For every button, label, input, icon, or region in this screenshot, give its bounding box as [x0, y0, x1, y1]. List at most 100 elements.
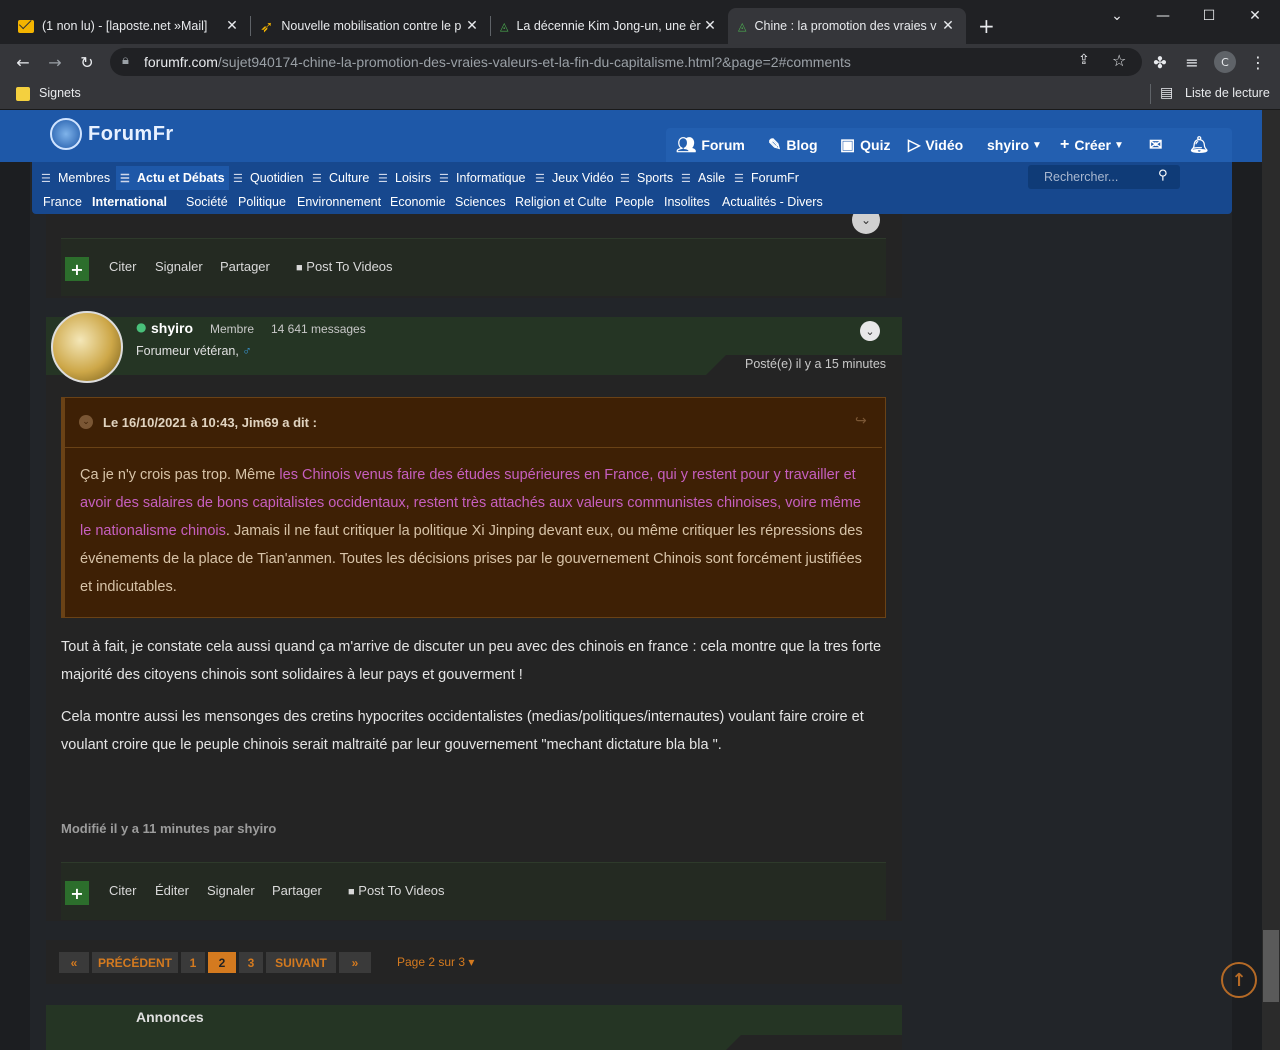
bookmark-signets[interactable]: Signets [39, 86, 81, 100]
media-icon[interactable]: ≡ [1180, 50, 1204, 74]
profile-avatar[interactable]: C [1214, 51, 1236, 73]
quote-button[interactable]: Citer [109, 883, 136, 898]
category-asile[interactable]: ☰ Asile [681, 169, 725, 187]
post-paragraph: Tout à fait, je constate cela aussi quan… [61, 639, 882, 683]
logo-icon [50, 118, 82, 150]
subcat-international[interactable]: International [92, 195, 167, 213]
post-header: ● shyiro Membre 14 641 messages Forumeur… [46, 311, 902, 383]
category-sports[interactable]: ☰ Sports [620, 169, 673, 187]
share-button[interactable]: Partager [272, 883, 322, 898]
plus-button[interactable]: + [65, 881, 89, 905]
nav-blog[interactable]: ✎ Blog [768, 132, 818, 158]
subcat-economie[interactable]: Economie [390, 195, 446, 213]
subcat-environnement[interactable]: Environnement [297, 195, 381, 213]
subcat-insolites[interactable]: Insolites [664, 195, 710, 213]
post-to-videos-button[interactable]: ■ Post To Videos [296, 259, 393, 274]
new-tab-button[interactable]: + [978, 14, 995, 38]
category-informatique[interactable]: ☰ Informatique [439, 169, 525, 187]
last-page-button[interactable]: » [339, 952, 371, 973]
plus-button[interactable]: + [65, 257, 89, 281]
back-icon[interactable]: ← [11, 50, 35, 74]
tab-search-icon[interactable]: ⌄ [1094, 0, 1140, 32]
share-button[interactable]: Partager [220, 259, 270, 274]
minimize-button[interactable]: — [1140, 0, 1186, 32]
share-icon[interactable]: ⇪ [1078, 52, 1090, 68]
scrollbar[interactable] [1262, 110, 1280, 1050]
next-page-button[interactable]: SUIVANT [266, 952, 336, 973]
page-link[interactable]: 3 [239, 952, 263, 973]
previous-post: ⌄ + Citer Signaler Partager ■ Post To Vi… [46, 206, 902, 298]
create-menu[interactable]: + Créer ▼ [1060, 132, 1124, 158]
page-info-dropdown[interactable]: Page 2 sur 3 ▾ [397, 955, 474, 969]
scrollbar-thumb[interactable] [1263, 930, 1279, 1002]
subcat-sciences[interactable]: Sciences [455, 195, 506, 213]
current-page[interactable]: 2 [208, 952, 236, 973]
reading-list[interactable]: Liste de lecture [1185, 86, 1270, 100]
address-bar[interactable]: 🔒︎ forumfr.com/sujet940174-chine-la-prom… [110, 48, 1142, 76]
envelope-icon[interactable]: ✉ [1149, 132, 1167, 158]
subcat-actualites[interactable]: Actualités - Divers [722, 195, 823, 213]
post: ● shyiro Membre 14 641 messages Forumeur… [46, 311, 902, 921]
page-link[interactable]: 1 [181, 952, 205, 973]
post-to-videos-button[interactable]: ■ Post To Videos [348, 883, 445, 898]
quote-button[interactable]: Citer [109, 259, 136, 274]
post-actions: + Citer Éditer Signaler Partager ■ Post … [61, 862, 886, 920]
close-icon[interactable]: ✕ [224, 18, 240, 34]
search-icon[interactable]: ⚲ [1158, 168, 1168, 183]
mail-icon [18, 16, 34, 33]
tab-chine[interactable]: ◬ Chine : la promotion des vraies v ✕ [728, 8, 966, 44]
category-membres[interactable]: ☰ Membres [41, 169, 110, 187]
tab-title: Chine : la promotion des vraies v [754, 19, 937, 33]
edit-button[interactable]: Éditer [155, 883, 189, 898]
collapse-icon[interactable]: ⌄ [79, 415, 93, 429]
menu-icon[interactable]: ⋮ [1246, 50, 1270, 74]
forum-icon: ◬ [500, 19, 509, 33]
go-to-quote-icon[interactable]: ↪ [855, 413, 867, 429]
category-loisirs[interactable]: ☰ Loisirs [378, 169, 431, 187]
previous-page-button[interactable]: PRÉCÉDENT [92, 952, 178, 973]
category-quotidien[interactable]: ☰ Quotidien [233, 169, 304, 187]
window-close-button[interactable]: ✕ [1232, 0, 1278, 32]
subcat-france[interactable]: France [43, 195, 82, 213]
category-jeux-video[interactable]: ☰ Jeux Vidéo [535, 169, 614, 187]
subcat-religion[interactable]: Religion et Culte [515, 195, 607, 213]
tab-kim[interactable]: ◬ La décennie Kim Jong-un, une èr ✕ [490, 8, 728, 44]
report-button[interactable]: Signaler [207, 883, 255, 898]
category-forumfr[interactable]: ☰ ForumFr [734, 169, 799, 187]
nav-video[interactable]: ▷ Vidéo [908, 132, 963, 158]
clipboard-icon: ▣ [840, 137, 856, 154]
post-author[interactable]: shyiro [151, 320, 193, 336]
web-page: ⌄ + Citer Signaler Partager ■ Post To Vi… [0, 110, 1262, 1050]
category-culture[interactable]: ☰ Culture [312, 169, 369, 187]
post-date: Posté(e) il y a 15 minutes [745, 357, 887, 371]
close-icon[interactable]: ✕ [940, 18, 956, 34]
tab-news[interactable]: ➶ Nouvelle mobilisation contre le p ✕ [250, 8, 490, 44]
back-to-top-icon[interactable]: ↑ [1221, 962, 1257, 998]
reload-icon[interactable]: ↻ [75, 50, 99, 74]
user-menu[interactable]: shyiro ▼ [987, 132, 1042, 158]
extensions-icon[interactable]: ✤ [1148, 50, 1172, 74]
forward-icon[interactable]: → [43, 50, 67, 74]
avatar[interactable] [51, 311, 123, 383]
tab-strip: (1 non lu) - [laposte.net »Mail] ✕ ➶ Nou… [0, 0, 1280, 44]
nav-forum[interactable]: 👥︎ Forum [676, 132, 745, 158]
site-logo[interactable]: ForumFr [88, 123, 174, 146]
announcements-block: Annonces [46, 1005, 902, 1050]
modified-note: Modifié il y a 11 minutes par shyiro [61, 821, 277, 836]
chevron-down-icon[interactable]: ⌄ [860, 321, 880, 341]
nav-quiz[interactable]: ▣ Quiz [840, 132, 890, 158]
subcat-people[interactable]: People [615, 195, 654, 213]
close-icon[interactable]: ✕ [464, 18, 480, 34]
subcat-politique[interactable]: Politique [238, 195, 286, 213]
first-page-button[interactable]: « [59, 952, 89, 973]
bell-icon[interactable]: 🔔︎ [1189, 132, 1214, 158]
video-icon: ■ [296, 262, 303, 274]
category-actu[interactable]: ☰ Actu et Débats [116, 166, 229, 190]
maximize-button[interactable]: ☐ [1186, 0, 1232, 32]
report-button[interactable]: Signaler [155, 259, 203, 274]
star-icon[interactable]: ☆ [1112, 51, 1126, 70]
close-icon[interactable]: ✕ [702, 18, 718, 34]
subcat-societe[interactable]: Société [186, 195, 228, 213]
tab-mail[interactable]: (1 non lu) - [laposte.net »Mail] ✕ [8, 8, 250, 44]
message-count: 14 641 messages [271, 322, 366, 336]
